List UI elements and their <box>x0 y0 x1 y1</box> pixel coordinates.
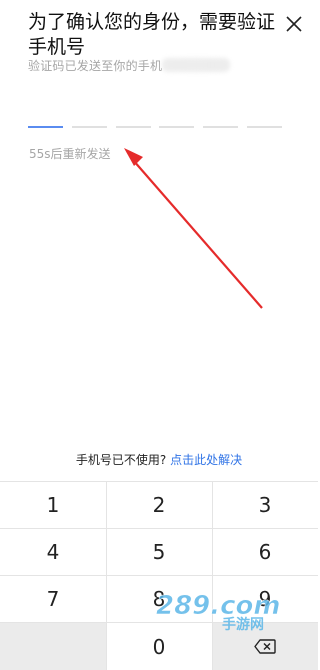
code-digit-4[interactable] <box>159 126 194 128</box>
key-8[interactable]: 8 <box>106 575 212 622</box>
key-blank <box>0 623 106 670</box>
code-digit-3[interactable] <box>116 126 151 128</box>
numeric-keypad: 1 2 3 4 5 6 7 8 9 0 <box>0 481 318 670</box>
key-6[interactable]: 6 <box>212 528 318 575</box>
key-9[interactable]: 9 <box>212 575 318 622</box>
key-4[interactable]: 4 <box>0 528 106 575</box>
masked-phone-number <box>162 58 230 72</box>
phone-unavailable-help: 手机号已不使用? 点击此处解决 <box>0 451 318 468</box>
page-title: 为了确认您的身份，需要验证手机号 <box>28 11 276 58</box>
code-digit-5[interactable] <box>203 126 238 128</box>
key-3[interactable]: 3 <box>212 481 318 528</box>
code-digit-6[interactable] <box>247 126 282 128</box>
resend-countdown: 55s后重新发送 <box>29 147 111 161</box>
code-digit-2[interactable] <box>72 126 107 128</box>
key-0[interactable]: 0 <box>106 623 212 670</box>
key-7[interactable]: 7 <box>0 575 106 622</box>
help-link[interactable]: 点击此处解决 <box>170 453 242 467</box>
key-1[interactable]: 1 <box>0 481 106 528</box>
verification-code-input[interactable] <box>28 126 284 128</box>
help-question: 手机号已不使用? <box>75 453 167 467</box>
key-5[interactable]: 5 <box>106 528 212 575</box>
sent-to-phone-text: 验证码已发送至你的手机 <box>28 59 163 73</box>
backspace-icon <box>254 639 276 654</box>
key-2[interactable]: 2 <box>106 481 212 528</box>
code-digit-1[interactable] <box>28 126 63 128</box>
close-icon[interactable] <box>284 14 304 34</box>
backspace-key[interactable] <box>212 623 318 670</box>
